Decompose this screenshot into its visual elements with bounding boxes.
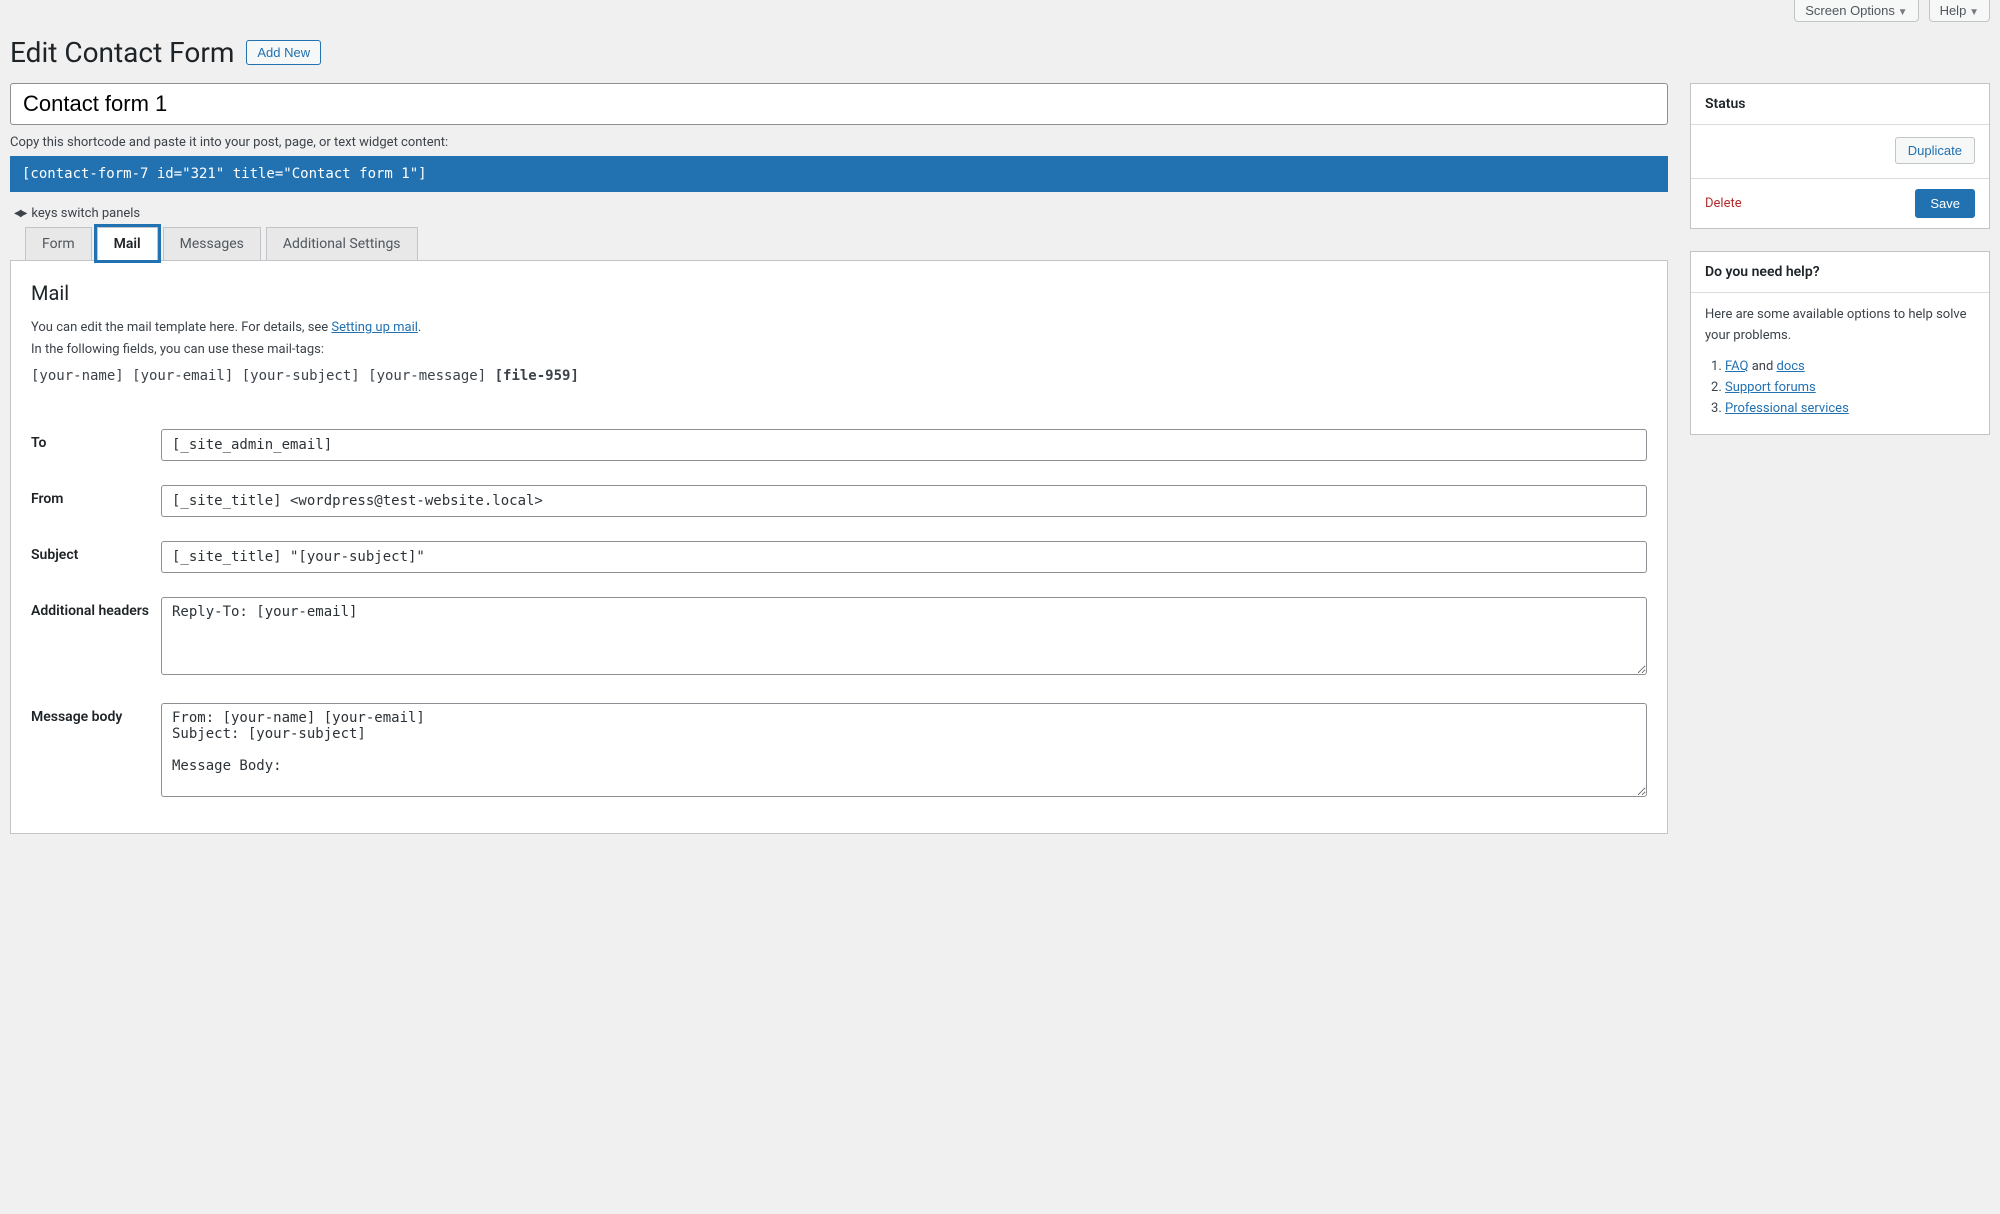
- status-heading: Status: [1691, 84, 1989, 125]
- screen-options-button[interactable]: Screen Options: [1794, 0, 1918, 22]
- label-to: To: [31, 417, 161, 473]
- page-title: Edit Contact Form: [10, 36, 234, 69]
- setting-up-mail-link[interactable]: Setting up mail: [331, 320, 417, 335]
- subject-field[interactable]: [161, 541, 1647, 573]
- tab-form[interactable]: Form: [25, 227, 92, 260]
- help-text: Here are some available options to help …: [1705, 305, 1975, 347]
- tab-additional-settings[interactable]: Additional Settings: [266, 227, 418, 260]
- mail-hint-a: You can edit the mail template here. For…: [31, 320, 331, 335]
- to-field[interactable]: [161, 429, 1647, 461]
- faq-link[interactable]: FAQ: [1725, 359, 1748, 374]
- tab-messages[interactable]: Messages: [163, 227, 261, 260]
- help-heading: Do you need help?: [1691, 252, 1989, 293]
- message-body-field[interactable]: From: [your-name] [your-email] Subject: …: [161, 703, 1647, 797]
- mail-tags: [your-name] [your-email] [your-subject] …: [31, 368, 486, 384]
- help-item-faq-docs: FAQ and docs: [1725, 359, 1975, 374]
- mail-hint-b: .: [418, 320, 421, 335]
- from-field[interactable]: [161, 485, 1647, 517]
- help-item-pro: Professional services: [1725, 401, 1975, 416]
- label-from: From: [31, 473, 161, 529]
- support-forums-link[interactable]: Support forums: [1725, 380, 1816, 395]
- mail-panel: Mail You can edit the mail template here…: [10, 260, 1668, 834]
- duplicate-button[interactable]: Duplicate: [1895, 137, 1975, 164]
- mail-hint-c: In the following fields, you can use the…: [31, 342, 324, 357]
- delete-link[interactable]: Delete: [1705, 196, 1742, 211]
- docs-link[interactable]: docs: [1777, 359, 1805, 374]
- status-box: Status Duplicate Delete Save: [1690, 83, 1990, 229]
- arrow-icon: ◀▶: [14, 208, 25, 219]
- mail-tag-file: [file-959]: [495, 368, 579, 384]
- professional-services-link[interactable]: Professional services: [1725, 401, 1849, 416]
- help-item-forums: Support forums: [1725, 380, 1975, 395]
- help-button[interactable]: Help: [1929, 0, 1990, 22]
- shortcode-field[interactable]: [10, 156, 1668, 192]
- additional-headers-field[interactable]: Reply-To: [your-email]: [161, 597, 1647, 675]
- save-button[interactable]: Save: [1915, 189, 1975, 218]
- and-text: and: [1748, 359, 1776, 374]
- form-title-input[interactable]: [10, 83, 1668, 125]
- tab-mail[interactable]: Mail: [97, 227, 158, 260]
- label-subject: Subject: [31, 529, 161, 585]
- shortcode-hint: Copy this shortcode and paste it into yo…: [10, 135, 1668, 150]
- switch-panels-note: keys switch panels: [31, 206, 140, 221]
- label-additional-headers: Additional headers: [31, 585, 161, 691]
- label-message-body: Message body: [31, 691, 161, 813]
- mail-heading: Mail: [31, 281, 1647, 305]
- help-box: Do you need help? Here are some availabl…: [1690, 251, 1990, 435]
- add-new-button[interactable]: Add New: [246, 40, 321, 65]
